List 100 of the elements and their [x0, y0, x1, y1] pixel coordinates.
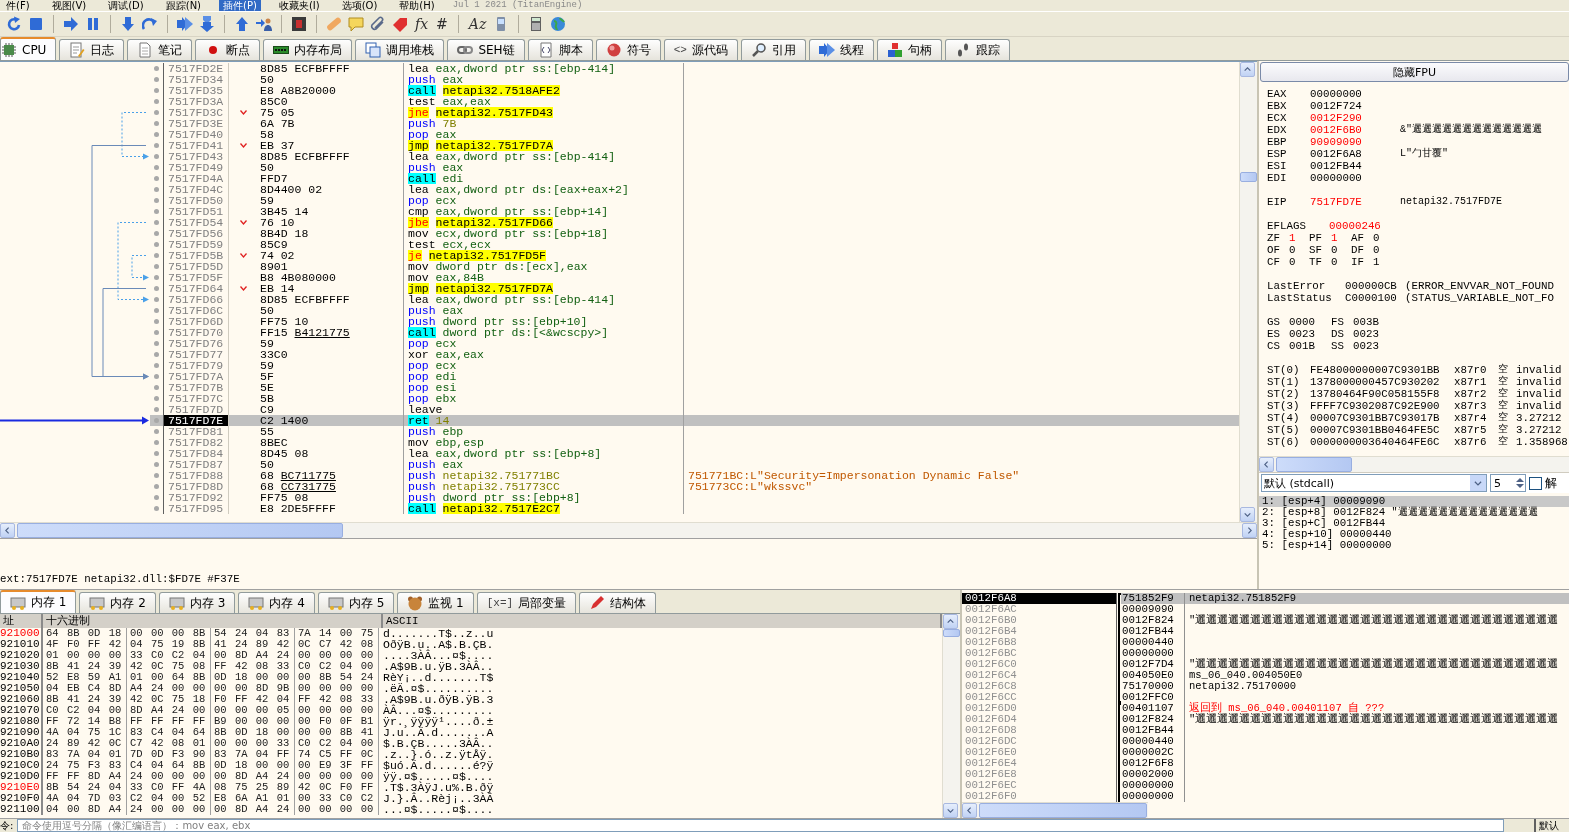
breakpoint-marker[interactable] [154, 385, 159, 390]
column-header[interactable]: 十六进制 [43, 614, 383, 628]
breakpoint-marker[interactable] [154, 66, 159, 71]
flag-value[interactable]: 1 [1331, 232, 1351, 244]
argument-line[interactable]: 2: [esp+8] 0012F824 "邐邐邐邐邐邐邐邐邐邐邐邐邐邐 [1259, 507, 1569, 518]
right-arrow-icon[interactable] [63, 16, 79, 32]
flag-value[interactable]: 0 [1373, 244, 1393, 256]
breakpoint-marker[interactable] [154, 110, 159, 115]
breakpoint-marker[interactable] [154, 363, 159, 368]
flag-value[interactable]: 0 [1331, 256, 1351, 268]
menu-item[interactable]: 跟踪(N) [161, 0, 206, 11]
tab[interactable]: 笔记 [127, 39, 193, 60]
breakpoint-marker[interactable] [154, 451, 159, 456]
count-spinner[interactable]: 5 [1490, 474, 1526, 492]
vertical-scrollbar[interactable] [942, 614, 960, 818]
tab[interactable]: 线程 [808, 39, 874, 60]
tab[interactable]: <> 源代码 [663, 39, 738, 60]
arrow-person-icon[interactable] [256, 16, 272, 32]
scroll-down-button[interactable] [943, 803, 958, 818]
register-value[interactable]: 003B [1353, 316, 1395, 328]
breakpoint-marker[interactable] [154, 407, 159, 412]
command-field[interactable]: 命令使用逗号分隔（像汇编语言）：mov eax, ebx [17, 819, 1504, 832]
breakpoint-marker[interactable] [154, 473, 159, 478]
breakpoint-marker[interactable] [154, 396, 159, 401]
breakpoint-marker[interactable] [154, 198, 159, 203]
horizontal-scrollbar[interactable] [962, 802, 1148, 818]
unlock-checkbox[interactable] [1529, 476, 1542, 490]
tab[interactable]: 句柄 [876, 39, 942, 60]
breakpoint-marker[interactable] [154, 495, 159, 500]
scroll-left-button[interactable] [1259, 457, 1274, 472]
horizontal-scrollbar[interactable] [1259, 456, 1569, 472]
tab[interactable]: 内存 4 [238, 592, 315, 613]
register-value[interactable]: 00000000 [1310, 172, 1400, 184]
breakpoint-marker[interactable] [154, 99, 159, 104]
flag-value[interactable]: 0 [1331, 244, 1351, 256]
scroll-left-button[interactable] [0, 523, 15, 538]
tab[interactable]: 脚本 [527, 39, 593, 60]
breakpoint-marker[interactable] [154, 297, 159, 302]
register-value[interactable]: 13780464F90C058155F8 [1310, 388, 1454, 400]
register-value[interactable]: 0012F724 [1310, 100, 1400, 112]
register-value[interactable]: 0012F290 [1310, 112, 1400, 124]
tab[interactable]: 结构体 [579, 592, 657, 613]
breakpoint-marker[interactable] [154, 308, 159, 313]
vertical-scrollbar[interactable] [1239, 62, 1257, 522]
breakpoint-marker[interactable] [154, 176, 159, 181]
breakpoint-marker[interactable] [154, 154, 159, 159]
tab[interactable]: 监视 1 [397, 592, 474, 613]
register-value[interactable]: 0012FB44 [1310, 160, 1400, 172]
breakpoint-marker[interactable] [154, 231, 159, 236]
double-down-arrow-icon[interactable] [199, 16, 215, 32]
register-value[interactable]: FFFF7C9302087C92E900 [1310, 400, 1454, 412]
scroll-thumb[interactable] [979, 803, 1147, 818]
toolbar-button[interactable]: fx [414, 16, 430, 32]
breakpoint-marker[interactable] [154, 275, 159, 280]
up-arrow-icon[interactable] [234, 16, 250, 32]
flag-value[interactable]: 1 [1373, 256, 1393, 268]
argument-line[interactable]: 3: [esp+C] 0012FB44 [1259, 518, 1569, 529]
breakpoint-marker[interactable] [154, 143, 159, 148]
tab[interactable]: 调用堆栈 [355, 39, 445, 60]
tab[interactable]: 引用 [740, 39, 806, 60]
register-value[interactable]: 0023 [1353, 340, 1395, 352]
breakpoint-marker[interactable] [154, 264, 159, 269]
breakpoint-marker[interactable] [154, 462, 159, 467]
breakpoint-marker[interactable] [154, 440, 159, 445]
breakpoint-marker[interactable] [154, 88, 159, 93]
mode-label[interactable]: 默认 [1534, 819, 1569, 832]
breakpoint-marker[interactable] [154, 286, 159, 291]
register-value[interactable]: 00000246 [1329, 220, 1419, 232]
tab[interactable]: 断点 [195, 39, 261, 60]
flag-value[interactable]: 1 [1289, 232, 1309, 244]
register-value[interactable]: 001B [1289, 340, 1331, 352]
breakpoint-marker[interactable] [154, 253, 159, 258]
breakpoint-marker[interactable] [154, 374, 159, 379]
calling-convention-dropdown[interactable]: 默认 (stdcall) [1261, 474, 1487, 492]
down-arrow-icon[interactable] [120, 16, 136, 32]
toolbar-button[interactable]: Az [467, 16, 488, 32]
register-value[interactable]: 00007C9301BB7C93017B [1310, 412, 1454, 424]
breakpoint-marker[interactable] [154, 242, 159, 247]
tab[interactable]: 内存 3 [158, 592, 236, 613]
register-value[interactable]: 0023 [1353, 328, 1395, 340]
scroll-thumb[interactable] [1276, 457, 1352, 472]
breakpoint-marker[interactable] [154, 429, 159, 434]
register-value[interactable]: 0012F6A8 [1310, 148, 1400, 160]
register-value[interactable]: 0000 [1289, 316, 1331, 328]
tab[interactable]: 内存 2 [79, 592, 156, 613]
tab[interactable]: CPU [0, 37, 57, 60]
menu-item[interactable]: 帮助(H) [395, 0, 439, 11]
breakpoint-marker[interactable] [154, 418, 159, 423]
breakpoint-marker[interactable] [154, 165, 159, 170]
scroll-left-button[interactable] [962, 803, 977, 818]
paperclip-icon[interactable] [370, 16, 386, 32]
menu-item[interactable]: 插件(P) [219, 0, 261, 11]
breakpoint-marker[interactable] [154, 352, 159, 357]
spin-arrows-icon[interactable] [1515, 476, 1525, 490]
toolbar-button[interactable]: # [435, 16, 449, 32]
menu-item[interactable]: 收藏夹(I) [274, 0, 324, 11]
breakpoint-marker[interactable] [154, 484, 159, 489]
tab[interactable]: 日志 [59, 39, 125, 60]
register-value[interactable]: 0012F6B0 [1310, 124, 1400, 136]
flag-value[interactable]: 0 [1373, 232, 1393, 244]
